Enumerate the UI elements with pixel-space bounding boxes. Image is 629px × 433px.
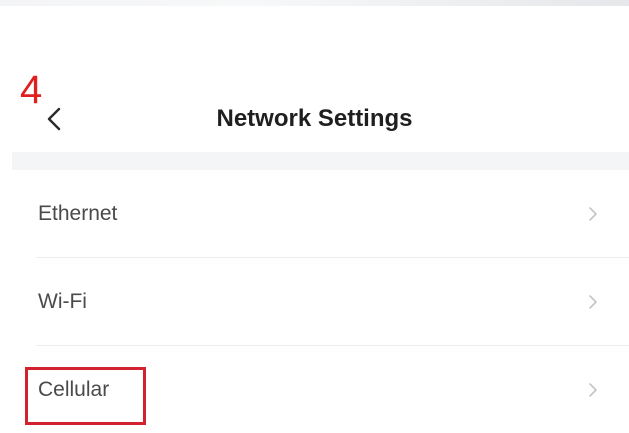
cellular-highlight-annotation — [25, 367, 146, 425]
chevron-right-icon — [587, 206, 599, 222]
section-divider — [12, 152, 629, 170]
network-settings-screen: 4 Network Settings Ethernet Wi-Fi Cellul… — [0, 0, 629, 433]
list-item-label: Ethernet — [38, 202, 118, 225]
list-item-wifi[interactable]: Wi-Fi — [0, 258, 629, 346]
top-status-strip — [0, 0, 629, 6]
list-item-label: Wi-Fi — [38, 290, 87, 313]
page-title: Network Settings — [216, 105, 413, 132]
chevron-right-icon — [587, 294, 599, 310]
chevron-right-icon — [587, 382, 599, 398]
list-item-ethernet[interactable]: Ethernet — [0, 170, 629, 258]
